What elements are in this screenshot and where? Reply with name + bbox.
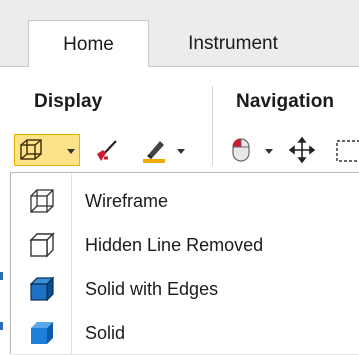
tab-home[interactable]: Home xyxy=(28,20,149,68)
background-edge-mark xyxy=(0,322,3,330)
menu-item-label: Hidden Line Removed xyxy=(85,235,264,255)
wireframe-cube-icon xyxy=(27,186,57,216)
mouse-icon[interactable] xyxy=(228,136,254,164)
paint-brush-icon[interactable] xyxy=(94,136,122,164)
group-divider xyxy=(212,86,213,166)
menu-item-hidden-line-removed[interactable]: Hidden Line Removed xyxy=(11,223,359,267)
select-box-icon[interactable] xyxy=(334,139,359,163)
menu-item-wireframe[interactable]: Wireframe xyxy=(11,179,359,223)
tab-instrument[interactable]: Instrument xyxy=(153,20,313,67)
hidden-line-cube-icon xyxy=(27,230,57,260)
menu-item-solid[interactable]: Solid xyxy=(11,311,359,355)
pan-arrows-icon[interactable] xyxy=(288,136,316,164)
solid-edges-cube-icon xyxy=(27,274,57,304)
group-label-display: Display xyxy=(34,91,103,112)
menu-item-solid-with-edges[interactable]: Solid with Edges xyxy=(11,267,359,311)
chevron-down-icon[interactable] xyxy=(66,143,76,154)
ribbon-tab-strip: Home Instrument xyxy=(0,0,359,68)
menu-item-label: Solid xyxy=(85,323,126,343)
wireframe-cube-icon xyxy=(18,137,44,163)
solid-cube-icon xyxy=(27,318,57,348)
highlighter-icon[interactable] xyxy=(140,136,168,164)
display-mode-menu: Wireframe Hidden Line Removed Solid with… xyxy=(10,172,359,355)
group-label-navigation: Navigation xyxy=(236,91,335,112)
background-edge-mark xyxy=(0,272,3,280)
chevron-down-icon[interactable] xyxy=(176,143,186,154)
chevron-down-icon[interactable] xyxy=(264,143,274,154)
menu-item-label: Solid with Edges xyxy=(85,279,219,299)
menu-item-label: Wireframe xyxy=(85,191,169,211)
